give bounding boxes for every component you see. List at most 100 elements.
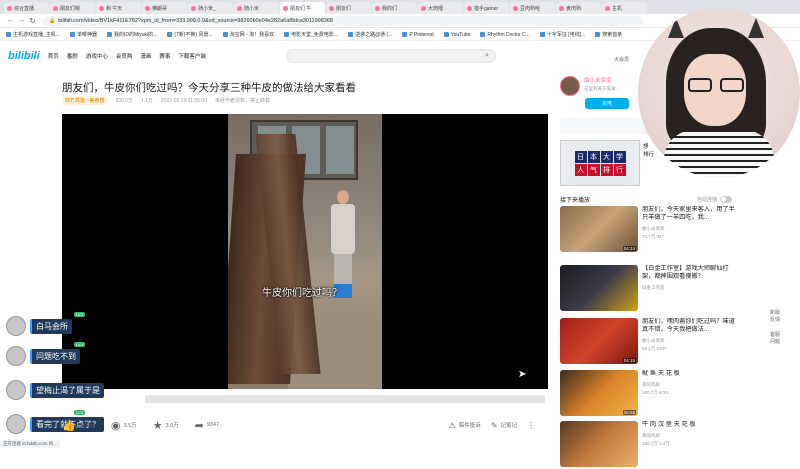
bookmark-item[interactable]: 逆袭之路@通 (...: [348, 31, 392, 38]
side-tool-button[interactable]: 反馈: [770, 317, 780, 324]
more-button[interactable]: ⋮: [527, 421, 538, 430]
nav-anime[interactable]: 番剧: [67, 52, 78, 60]
forward-icon[interactable]: →: [17, 17, 26, 24]
recommendation-info: 朋友们，今天家里来客人，用了半只羊做了一羊四吃，我... 曲小米梁梁 70.7万 9…: [642, 206, 738, 254]
coin-button[interactable]: ◉ 3.5万: [111, 419, 137, 432]
browser-tab[interactable]: 主机: [602, 2, 647, 14]
nav-mall[interactable]: 会员购: [116, 52, 133, 60]
recommendation-thumbnail[interactable]: [560, 421, 638, 467]
autoplay-toggle[interactable]: 自动连播: [697, 196, 732, 203]
recommendation-uploader[interactable]: 黄焖鸡剧: [642, 433, 738, 439]
uploader-card[interactable]: 曲小米梁梁 这里有关于美食...: [560, 76, 619, 96]
recommendation-thumbnail[interactable]: 04:15: [560, 318, 638, 364]
side-tool-button[interactable]: 客服: [770, 332, 780, 339]
progress-bar[interactable]: [145, 395, 545, 403]
browser-tab[interactable]: 朋友们: [326, 2, 371, 14]
uploader-avatar[interactable]: [560, 76, 580, 96]
recommendation-title[interactable]: 【白金工作室】游戏大师聊仙打架，都摔围观看傻搬？: [642, 265, 738, 281]
bookmark-item[interactable]: 搜索首条: [595, 31, 622, 38]
recommendation-uploader[interactable]: 曲小米梁梁: [642, 338, 738, 344]
nav-home[interactable]: 首页: [48, 52, 59, 60]
bookmark-item[interactable]: Rhythm Doctor C...: [480, 32, 530, 38]
recommendation-thumbnail[interactable]: [560, 265, 638, 311]
browser-tab[interactable]: 综合直播: [4, 2, 49, 14]
bookmark-item[interactable]: P Pinterest: [402, 32, 434, 38]
nav-esports[interactable]: 赛事: [159, 52, 170, 60]
share-button[interactable]: ➦ 9347: [195, 419, 219, 432]
video-player[interactable]: 牛皮你们吃过吗？ ➤: [62, 114, 548, 389]
rank-badge[interactable]: 前方高能 · 美食榜: [62, 96, 108, 105]
url-input[interactable]: 🔒 bilibili.com/video/BV1kF411E782?spm_id…: [43, 15, 643, 26]
recommendation-title[interactable]: 鱿 鱼 天 花 板: [642, 370, 738, 378]
favorite-button[interactable]: ★ 3.0万: [153, 419, 179, 432]
tab-favicon-icon: [467, 5, 472, 11]
bookmark-label: 淘宝网 - 淘！我喜欢: [229, 32, 275, 38]
nav-game-center[interactable]: 游戏中心: [86, 52, 108, 60]
bookmark-item[interactable]: 单嘤神器: [69, 31, 97, 38]
browser-tab[interactable]: 骑小米_: [188, 2, 233, 14]
bookmark-item[interactable]: 十字军征 [电线]...: [539, 31, 585, 38]
bookmark-label: 主机游戏直播_主机...: [13, 32, 60, 38]
ad-text-line-2: 排行: [643, 152, 655, 158]
bookmark-item[interactable]: 电影天堂_免费电影...: [284, 31, 338, 38]
bookmark-icon: [6, 32, 11, 37]
recommendation-card[interactable]: 【白金工作室】游戏大师聊仙打架，都摔围观看傻搬？ 白金工作室: [560, 265, 740, 313]
side-tool-button[interactable]: 新版: [770, 310, 780, 317]
search-input[interactable]: ⌕: [285, 49, 496, 63]
browser-tab[interactable]: 大肉哩: [418, 2, 463, 14]
recommendation-card[interactable]: 牛 肉 汉 堡 天 花 板黄焖鸡剧 180.7万 1.4万: [560, 421, 740, 469]
share-arrow-icon: ➦: [194, 419, 204, 432]
browser-tab[interactable]: 豆肉熟哈: [510, 2, 555, 14]
browser-tab[interactable]: 猎手gamer: [464, 2, 509, 14]
report-button[interactable]: ⚠ 稿件投诉: [449, 421, 481, 430]
browser-tab[interactable]: 我的们: [372, 2, 417, 14]
side-tool-button[interactable]: 问题: [770, 339, 780, 346]
toggle-switch[interactable]: [720, 196, 732, 203]
back-icon[interactable]: ←: [6, 17, 15, 24]
tab-label: 综合直播: [14, 5, 35, 12]
bookmark-label: YouTube: [450, 31, 471, 38]
charge-button[interactable]: 充电: [585, 98, 629, 109]
recommendation-views: 58.2万: [642, 346, 656, 351]
vip-label[interactable]: 大会员: [614, 56, 629, 63]
bookmark-item[interactable]: (7新)不换) 风景...: [167, 31, 213, 38]
recommendation-thumbnail[interactable]: 06:58: [560, 370, 638, 416]
bookmark-label: 电影天堂_免费电影...: [291, 32, 339, 38]
reload-icon[interactable]: ↻: [28, 17, 37, 25]
tab-label: 我的们: [382, 5, 398, 12]
uploader-name[interactable]: 曲小米梁梁: [584, 76, 619, 84]
bookmark-item[interactable]: YouTube: [443, 31, 471, 38]
ad-text-line-1: 想: [643, 144, 649, 150]
recommendation-card[interactable]: 04:14 朋友们，今天家里来客人，用了半只羊做了一羊四吃，我... 曲小米梁梁 70…: [560, 206, 740, 254]
recommendation-uploader[interactable]: 曲小米梁梁: [642, 226, 738, 232]
recommendation-uploader[interactable]: 白金工作室: [642, 285, 738, 291]
bookmark-item[interactable]: 淘宝网 - 淘！我喜欢: [222, 31, 275, 38]
bilibili-logo[interactable]: bilibili: [8, 50, 40, 62]
browser-tab[interactable]: 和 牛天: [96, 2, 141, 14]
video-frame: [228, 114, 382, 389]
recommendation-views: 180.7万: [642, 390, 658, 395]
recommendation-card[interactable]: 04:15 朋友们，嘿肉酱你们吃过吗？味道真不错，今天我把做法... 曲小米梁梁 58…: [560, 318, 740, 366]
browser-tab[interactable]: 食肉熟: [556, 2, 601, 14]
ad-banner[interactable]: 日本大学人气排行: [560, 140, 640, 186]
video-duration: 04:14: [622, 246, 636, 251]
browser-tab[interactable]: 骑小米: [234, 2, 279, 14]
recommendation-uploader[interactable]: 黄焖鸡剧: [642, 382, 738, 388]
search-icon[interactable]: ⌕: [485, 52, 489, 60]
browser-tab[interactable]: 朋友们嗯: [50, 2, 95, 14]
recommendation-thumbnail[interactable]: 04:14: [560, 206, 638, 252]
recommendation-title[interactable]: 朋友们，嘿肉酱你们吃过吗？味道真不错，今天我把做法...: [642, 318, 738, 334]
note-button[interactable]: ✎ 记笔记: [491, 421, 517, 430]
nav-manga[interactable]: 漫画: [140, 52, 151, 60]
recommendation-title[interactable]: 牛 肉 汉 堡 天 花 板: [642, 421, 738, 429]
recommendation-card[interactable]: 06:58 鱿 鱼 天 花 板黄焖鸡剧 180.7万 8761: [560, 370, 740, 418]
video-title: 朋友们，牛皮你们吃过吗？今天分享三种牛皮的做法给大家看看: [62, 82, 356, 94]
browser-tab[interactable]: 朋友们 牛: [280, 2, 325, 14]
bookmark-item[interactable]: 主机游戏直播_主机...: [6, 31, 60, 38]
bookmark-item[interactable]: 我的ID的Miyuki的...: [106, 31, 157, 38]
recommendation-title[interactable]: 朋友们，今天家里来客人，用了半只羊做了一羊四吃，我...: [642, 206, 738, 222]
like-button[interactable]: 👍 18.9万: [62, 419, 95, 432]
nav-download[interactable]: 下载客户端: [178, 52, 206, 60]
browser-tab[interactable]: 佛朗哥: [142, 2, 187, 14]
tab-favicon-icon: [605, 5, 610, 11]
